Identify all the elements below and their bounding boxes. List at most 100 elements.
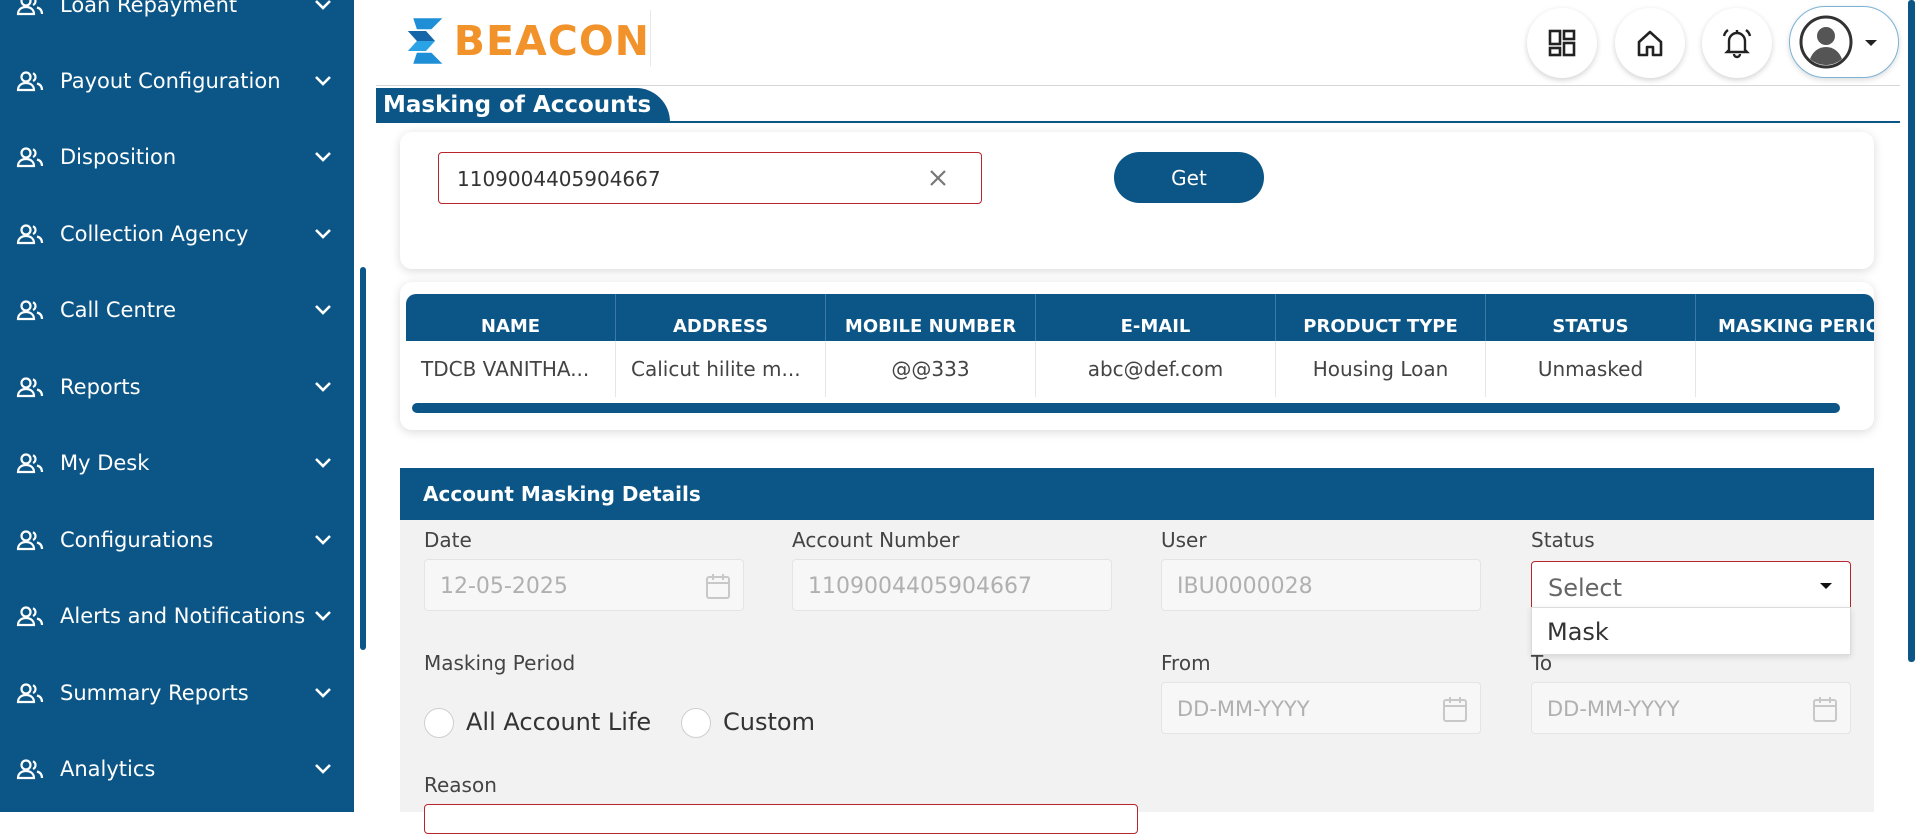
column-header-masking-period[interactable]: MASKING PERIO [1696, 294, 1874, 341]
date-label: Date [424, 528, 472, 552]
sidebar-item-label: Summary Reports [60, 681, 249, 705]
status-option-mask[interactable]: Mask [1547, 618, 1609, 646]
sidebar-item-configurations[interactable]: Configurations [0, 510, 354, 570]
table-scrollbar[interactable] [412, 403, 1840, 413]
logo-text: BEACON [453, 17, 650, 65]
chevron-down-icon [315, 229, 331, 239]
chevron-down-icon [315, 535, 331, 545]
chevron-down-icon [315, 305, 331, 315]
table-cell-mobile[interactable]: @@333 [826, 341, 1036, 397]
from-date-field[interactable]: DD-MM-YYYY [1161, 682, 1481, 734]
sidebar-item-label: Reports [60, 375, 141, 399]
page-scrollbar[interactable] [1908, 0, 1915, 662]
logo: BEACON [406, 12, 650, 70]
table-cell-email[interactable]: abc@def.com [1036, 341, 1276, 397]
sidebar-item-analytics[interactable]: Analytics [0, 739, 354, 799]
sidebar-item-label: Loan Repayment [60, 0, 238, 17]
chevron-down-icon [315, 764, 331, 774]
sidebar: Loan Repayment Payout Configuration Disp… [0, 0, 354, 812]
sidebar-item-label: Alerts and Notifications [60, 604, 306, 628]
sidebar-item-payout-configuration[interactable]: Payout Configuration [0, 51, 354, 111]
account-search-input[interactable]: 1109004405904667 [438, 152, 982, 204]
account-number-label: Account Number [792, 528, 960, 552]
reason-input[interactable] [424, 804, 1138, 834]
reason-label: Reason [424, 773, 497, 797]
sidebar-item-my-desk[interactable]: My Desk [0, 433, 354, 493]
from-label: From [1161, 651, 1211, 675]
sidebar-item-call-centre[interactable]: Call Centre [0, 280, 354, 340]
users-icon [16, 300, 44, 321]
home-icon [1637, 30, 1663, 57]
details-section-title: Account Masking Details [400, 468, 1874, 520]
column-header-mobile[interactable]: MOBILE NUMBER [826, 294, 1036, 341]
table-cell-status[interactable]: Unmasked [1486, 341, 1696, 397]
sidebar-item-loan-repayment[interactable]: Loan Repayment [0, 0, 354, 35]
sidebar-item-label: Disposition [60, 145, 177, 169]
sidebar-item-collection-agency[interactable]: Collection Agency [0, 204, 354, 264]
radio-custom[interactable] [681, 708, 711, 738]
from-date-placeholder: DD-MM-YYYY [1177, 697, 1310, 721]
chevron-down-icon [315, 382, 331, 392]
chevron-down-icon [315, 152, 331, 162]
sidebar-item-disposition[interactable]: Disposition [0, 127, 354, 187]
column-header-name[interactable]: NAME [406, 294, 616, 341]
to-date-field[interactable]: DD-MM-YYYY [1531, 682, 1851, 734]
radio-all-account-life[interactable] [424, 708, 454, 738]
calendar-icon [706, 574, 730, 599]
chevron-down-icon [315, 0, 331, 10]
masking-period-label: Masking Period [424, 651, 576, 675]
sidebar-item-reports[interactable]: Reports [0, 357, 354, 417]
home-button[interactable] [1615, 8, 1685, 78]
users-icon [16, 683, 44, 704]
profile-menu-button[interactable] [1789, 6, 1899, 78]
beacon-logo-icon [407, 18, 443, 64]
column-header-product-type[interactable]: PRODUCT TYPE [1276, 294, 1486, 341]
account-number-field: 1109004405904667 [792, 559, 1112, 611]
bell-icon [1722, 29, 1752, 59]
calendar-icon[interactable] [1442, 695, 1468, 723]
sidebar-item-label: Analytics [60, 757, 156, 781]
users-icon [16, 759, 44, 780]
get-button[interactable]: Get [1114, 152, 1264, 203]
table-cell-address[interactable]: Calicut hilite m... [616, 341, 826, 397]
to-label: To [1531, 651, 1553, 675]
user-field: IBU0000028 [1161, 559, 1481, 611]
column-header-email[interactable]: E-MAIL [1036, 294, 1276, 341]
table-cell-product-type[interactable]: Housing Loan [1276, 341, 1486, 397]
search-input-value: 1109004405904667 [457, 167, 661, 191]
header-divider [650, 10, 651, 66]
radio-custom-label[interactable]: Custom [723, 708, 815, 736]
column-header-address[interactable]: ADDRESS [616, 294, 826, 341]
notifications-button[interactable] [1702, 8, 1772, 78]
dashboard-button[interactable] [1527, 8, 1597, 78]
table-cell-masking-period[interactable] [1696, 341, 1874, 397]
calendar-icon[interactable] [1812, 695, 1838, 723]
sidebar-scrollbar[interactable] [360, 267, 366, 650]
chevron-down-icon [315, 458, 331, 468]
caret-down-icon [1865, 40, 1877, 46]
users-icon [16, 71, 44, 92]
sidebar-item-summary-reports[interactable]: Summary Reports [0, 663, 354, 723]
status-dropdown-menu: Mask [1531, 607, 1851, 655]
sidebar-item-label: Configurations [60, 528, 214, 552]
page-title: Masking of Accounts [376, 88, 670, 122]
status-label: Status [1531, 528, 1595, 552]
status-select[interactable]: Select [1531, 561, 1851, 609]
close-icon[interactable] [926, 166, 950, 190]
dashboard-icon [1548, 29, 1576, 57]
title-underline [376, 121, 1900, 123]
users-icon [16, 377, 44, 398]
chevron-down-icon [315, 688, 331, 698]
radio-all-account-life-label[interactable]: All Account Life [466, 708, 651, 736]
caret-down-icon [1820, 583, 1832, 589]
sidebar-item-label: Payout Configuration [60, 69, 281, 93]
result-table: NAME ADDRESS MOBILE NUMBER E-MAIL PRODUC… [406, 294, 1874, 418]
table-cell-name[interactable]: TDCB VANITHA... [406, 341, 616, 397]
column-header-status[interactable]: STATUS [1486, 294, 1696, 341]
to-date-placeholder: DD-MM-YYYY [1547, 697, 1680, 721]
account-number-value: 1109004405904667 [808, 574, 1032, 599]
sidebar-item-alerts-and-notifications[interactable]: Alerts and Notifications [0, 586, 354, 646]
date-value: 12-05-2025 [440, 574, 568, 599]
status-select-value: Select [1548, 574, 1623, 602]
users-icon [16, 606, 44, 627]
